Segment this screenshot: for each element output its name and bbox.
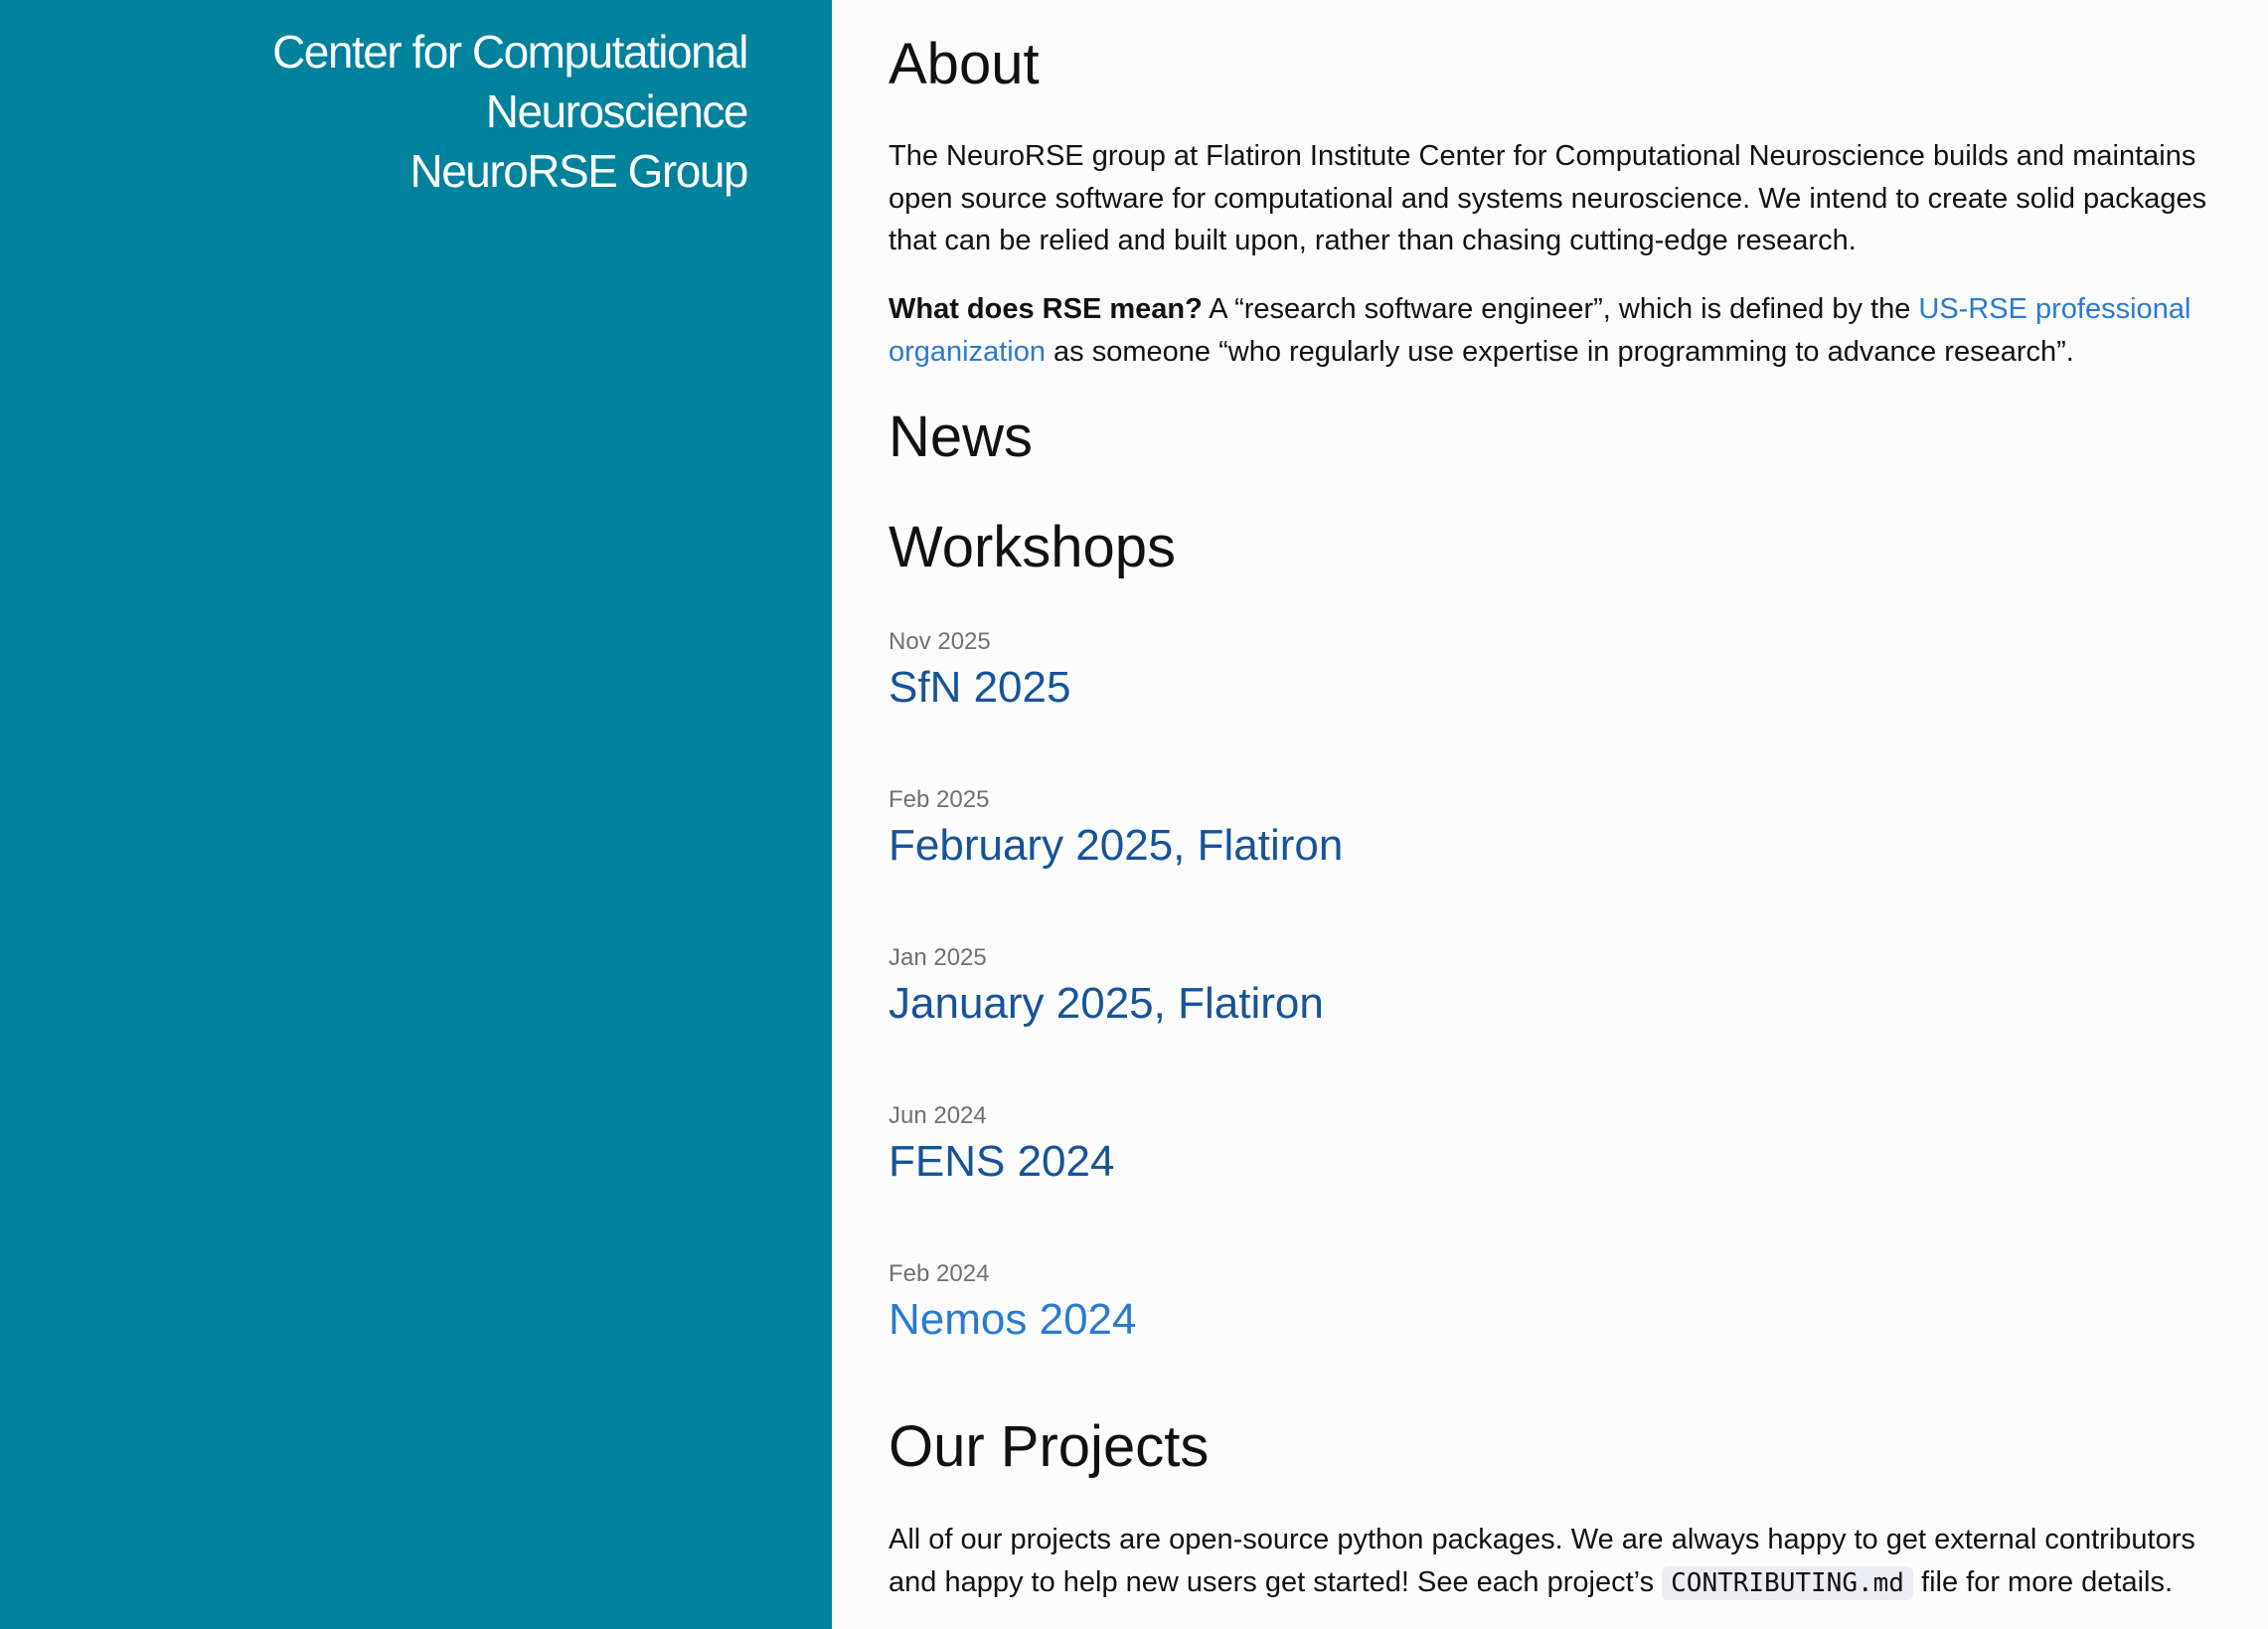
workshop-item: Feb 2025 February 2025, Flatiron: [889, 785, 1343, 873]
rse-question: What does RSE mean?: [889, 293, 1203, 325]
workshop-link[interactable]: January 2025, Flatiron: [889, 977, 1324, 1031]
workshop-item: Jan 2025 January 2025, Flatiron: [889, 943, 1324, 1031]
rse-text-before: A “research software engineer”, which is…: [1202, 293, 1919, 325]
workshop-link[interactable]: FENS 2024: [889, 1135, 1114, 1189]
site-title-line1[interactable]: Center for Computational Neuroscience: [0, 22, 748, 141]
workshops-heading: Workshops: [889, 515, 1177, 579]
rse-text-after: as someone “who regularly use expertise …: [1046, 335, 2074, 368]
workshop-date: Feb 2024: [889, 1260, 990, 1287]
workshop-link[interactable]: Nemos 2024: [889, 1293, 1136, 1347]
sidebar: Center for Computational Neuroscience Ne…: [0, 0, 832, 1629]
about-paragraph: The NeuroRSE group at Flatiron Institute…: [889, 140, 2207, 256]
contributing-code: CONTRIBUTING.md: [1662, 1565, 1913, 1600]
projects-paragraph: All of our projects are open-source pyth…: [889, 1519, 2250, 1604]
workshop-item: Jun 2024 FENS 2024: [889, 1101, 1114, 1189]
workshop-date: Feb 2025: [889, 786, 990, 813]
workshop-link[interactable]: February 2025, Flatiron: [889, 819, 1343, 873]
about-heading: About: [889, 32, 1040, 96]
site-title: Center for Computational Neuroscience Ne…: [0, 22, 749, 201]
workshop-date: Jan 2025: [889, 944, 987, 971]
site-title-line2[interactable]: NeuroRSE Group: [0, 141, 749, 201]
workshop-item: Feb 2024 Nemos 2024: [889, 1259, 1136, 1347]
projects-text-after: file for more details.: [1912, 1565, 2174, 1598]
workshop-date: Nov 2025: [889, 628, 991, 655]
workshop-link[interactable]: SfN 2025: [889, 661, 1070, 715]
news-heading: News: [889, 405, 1034, 469]
workshop-item: Nov 2025 SfN 2025: [889, 627, 1070, 715]
rse-paragraph: What does RSE mean? A “research software…: [889, 288, 2210, 373]
projects-heading: Our Projects: [889, 1414, 1210, 1479]
workshop-date: Jun 2024: [889, 1102, 987, 1129]
